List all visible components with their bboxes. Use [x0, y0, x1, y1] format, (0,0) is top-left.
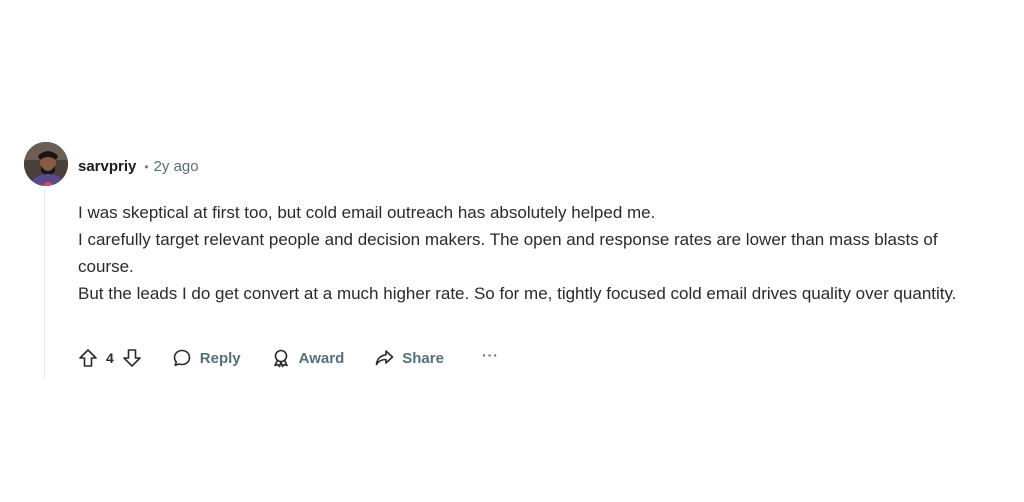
comment-body: I was skeptical at first too, but cold e… — [78, 199, 998, 307]
timestamp[interactable]: 2y ago — [154, 158, 199, 175]
meta-separator: • — [144, 159, 149, 174]
vote-controls: 4 — [78, 348, 142, 368]
share-button[interactable]: Share — [374, 348, 444, 368]
reply-label: Reply — [199, 349, 241, 367]
comment-line: I was skeptical at first too, but cold e… — [78, 203, 656, 222]
username[interactable]: sarvpriy — [78, 158, 136, 175]
comment-line: But the leads I do get convert at a much… — [78, 284, 957, 303]
comment-actions: 4 Reply Award Share ··· — [78, 345, 499, 371]
award-label: Award — [298, 349, 345, 367]
thread-line[interactable] — [44, 190, 45, 378]
upvote-arrow-icon[interactable] — [78, 348, 98, 368]
award-icon — [273, 349, 288, 368]
comment-line: I carefully target relevant people and d… — [78, 230, 938, 276]
reply-button[interactable]: Reply — [172, 348, 241, 368]
award-button[interactable]: Award — [271, 348, 345, 368]
downvote-arrow-icon[interactable] — [122, 348, 142, 368]
reply-bubble-icon — [173, 349, 191, 367]
share-label: Share — [402, 349, 444, 367]
comment-meta: sarvpriy • 2y ago — [78, 158, 199, 175]
more-options-button[interactable]: ··· — [482, 347, 499, 363]
avatar[interactable] — [24, 142, 68, 186]
vote-count: 4 — [106, 350, 114, 366]
share-arrow-icon — [375, 350, 394, 366]
user-avatar-icon — [24, 142, 68, 186]
